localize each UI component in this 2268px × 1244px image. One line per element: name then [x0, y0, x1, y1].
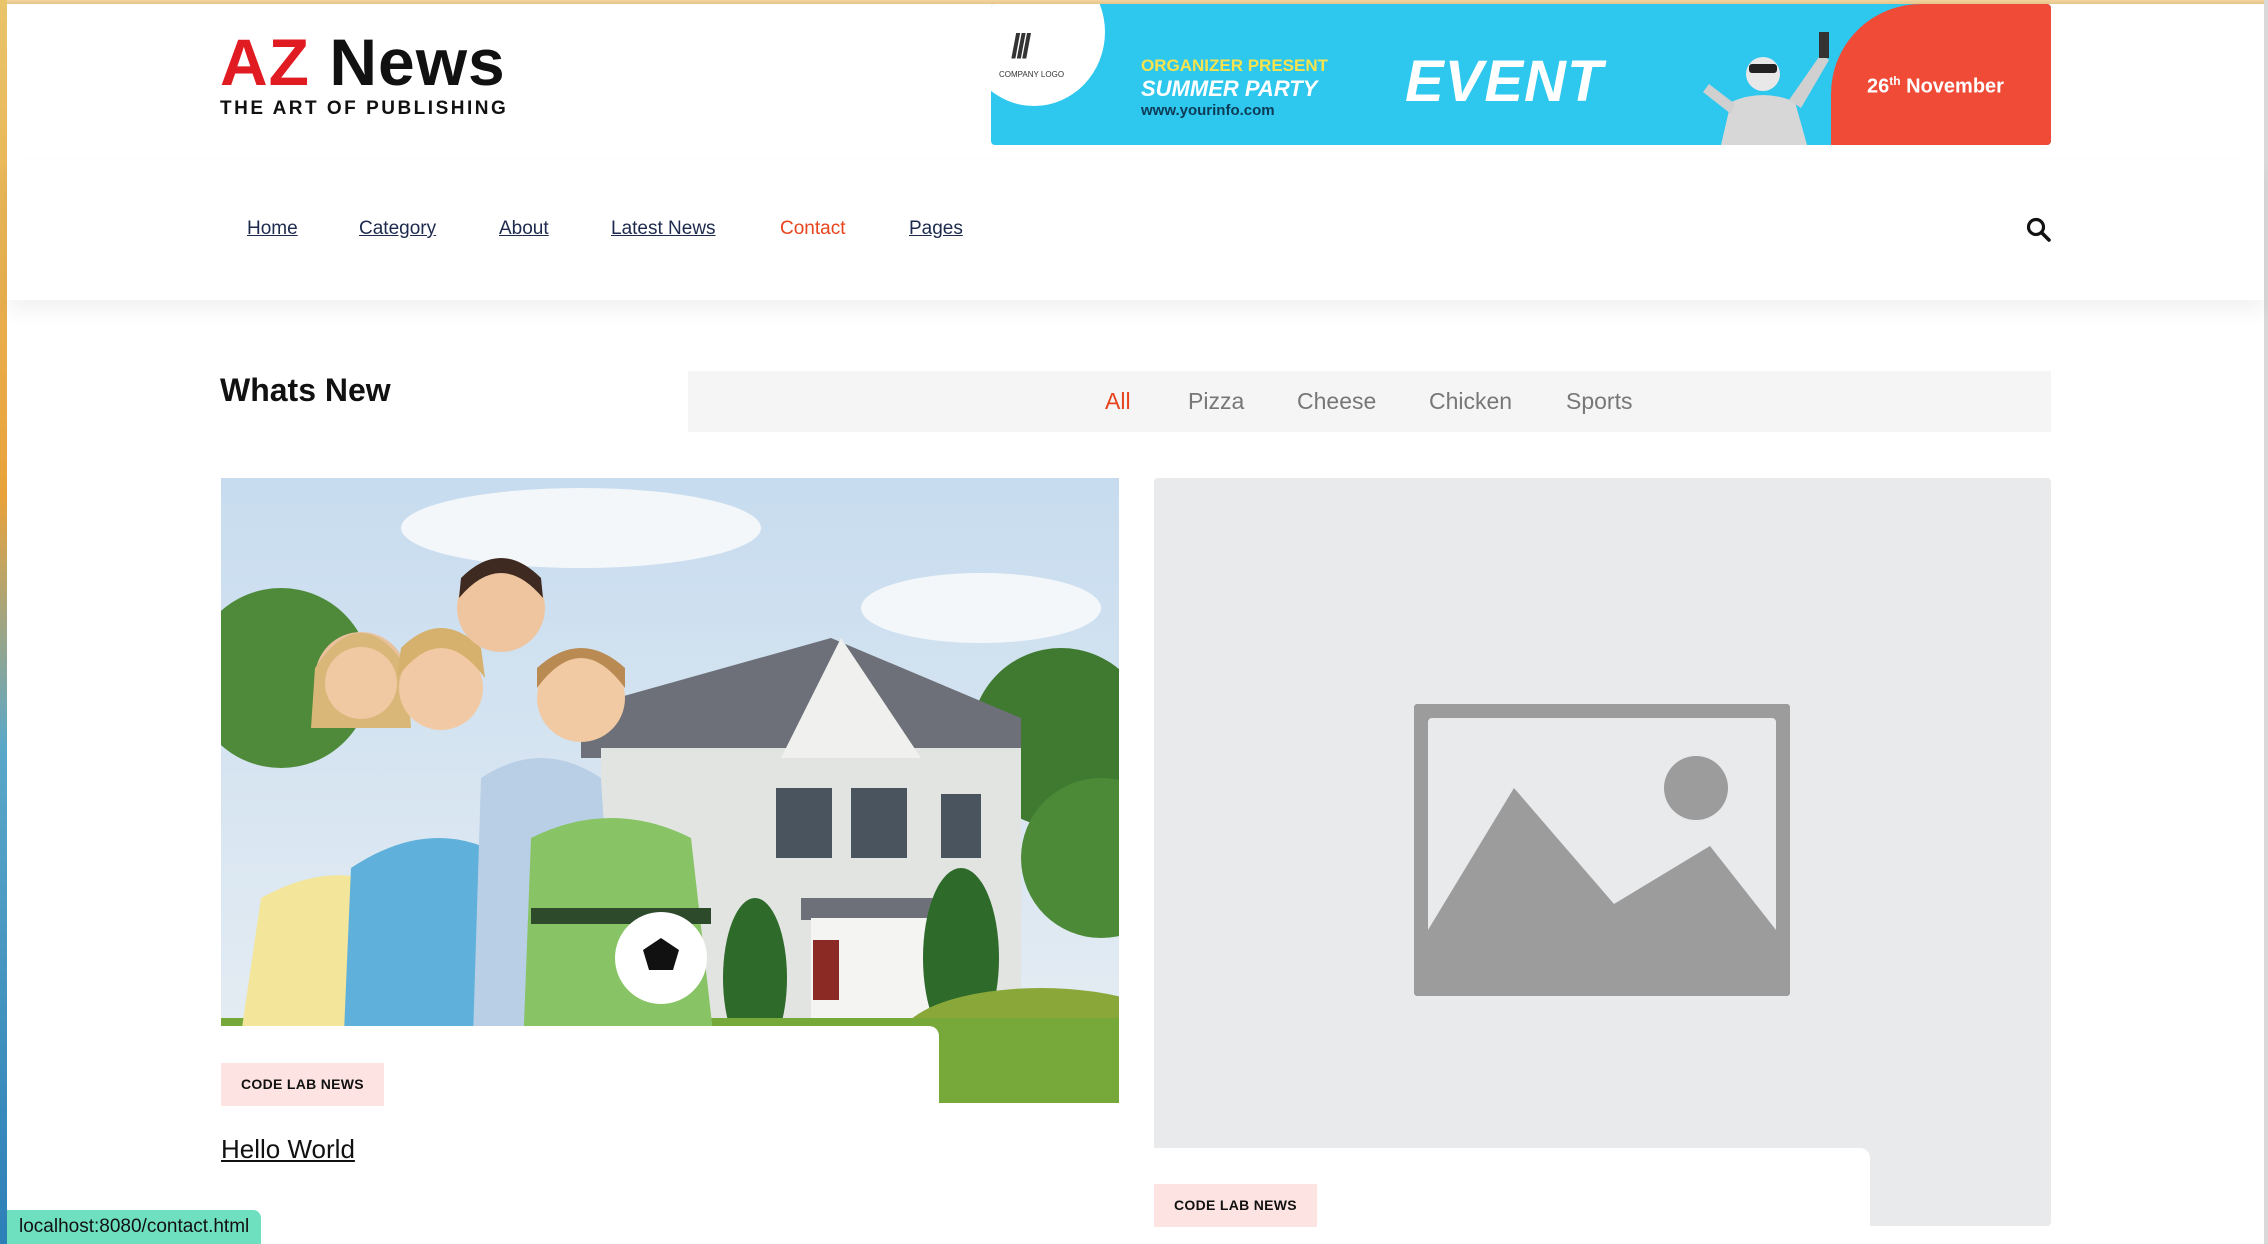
- filter-all[interactable]: All: [1105, 388, 1131, 415]
- news-card-placeholder[interactable]: [1154, 478, 2051, 1226]
- nav-latest-news[interactable]: Latest News: [611, 218, 716, 240]
- site-header: AZ News THE ART OF PUBLISHING /// COMPAN…: [7, 4, 2264, 158]
- company-logo-text: COMPANY LOGO: [999, 70, 1065, 79]
- banner-party-title: SUMMER PARTY: [1141, 76, 1318, 101]
- banner-date-month: November: [1906, 75, 2004, 98]
- nav-about[interactable]: About: [499, 218, 549, 240]
- search-icon[interactable]: [2025, 216, 2053, 244]
- banner-website: www.yourinfo.com: [1141, 102, 1275, 119]
- nav-pages[interactable]: Pages: [909, 218, 963, 240]
- logo-wordmark: AZ News: [220, 26, 508, 98]
- logo-accent: AZ: [220, 25, 310, 99]
- banner-logo-circle: [991, 4, 1105, 106]
- banner-date-day: 26: [1867, 75, 1890, 98]
- filter-chicken[interactable]: Chicken: [1429, 388, 1512, 415]
- category-badge[interactable]: CODE LAB NEWS: [221, 1063, 384, 1106]
- company-logo-icon: ///: [1011, 28, 1031, 66]
- logo-tagline: THE ART OF PUBLISHING: [220, 98, 509, 119]
- dj-person-image: [1703, 32, 1829, 145]
- category-filter-bar: All Pizza Cheese Chicken Sports: [688, 371, 2051, 432]
- browser-status-url: localhost:8080/contact.html: [7, 1210, 262, 1244]
- event-banner-ad[interactable]: /// COMPANY LOGO ORGANIZER PRESENT SUMME…: [991, 4, 2051, 145]
- banner-event-title: EVENT: [1405, 49, 1604, 114]
- category-badge-right[interactable]: CODE LAB NEWS: [1154, 1184, 1317, 1227]
- news-card-title[interactable]: Hello World: [221, 1134, 355, 1165]
- news-card-image[interactable]: [221, 478, 1119, 1103]
- nav-home[interactable]: Home: [247, 218, 298, 240]
- banner-organizer: ORGANIZER PRESENT: [1141, 56, 1329, 75]
- family-photo: [221, 478, 1119, 1103]
- site-logo[interactable]: AZ News THE ART OF PUBLISHING: [220, 26, 508, 120]
- main-navigation: Home Category About Latest News Contact …: [7, 160, 2264, 300]
- logo-word: News: [329, 25, 506, 99]
- filter-cheese[interactable]: Cheese: [1297, 388, 1376, 415]
- section-title: Whats New: [220, 372, 391, 408]
- image-placeholder-icon: [1414, 704, 1790, 996]
- window-right-edge: [2264, 0, 2268, 1244]
- filter-pizza[interactable]: Pizza: [1188, 388, 1244, 415]
- filter-sports[interactable]: Sports: [1566, 388, 1632, 415]
- nav-category[interactable]: Category: [359, 218, 436, 240]
- nav-contact[interactable]: Contact: [780, 218, 845, 240]
- window-left-edge: [0, 0, 7, 1244]
- banner-date: 26th November: [1867, 74, 2004, 99]
- banner-date-suffix: th: [1889, 74, 1901, 88]
